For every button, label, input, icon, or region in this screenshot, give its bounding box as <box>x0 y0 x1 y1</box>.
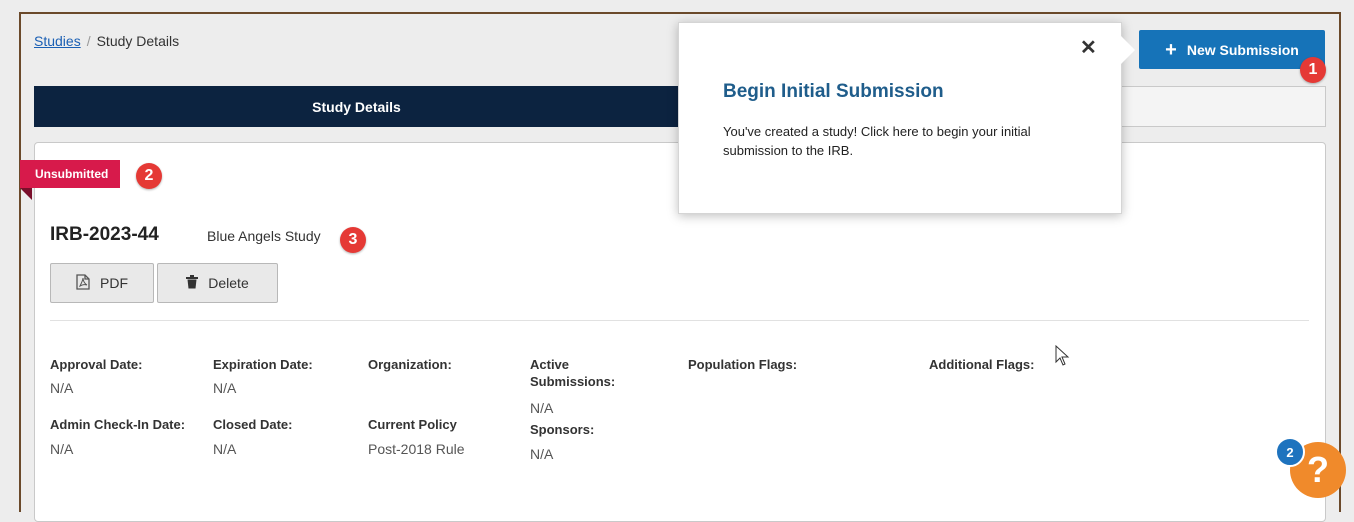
sponsors-value: N/A <box>530 446 554 462</box>
sponsors-label: Sponsors: <box>530 422 595 437</box>
current-policy-value: Post-2018 Rule <box>368 441 465 457</box>
breadcrumb-separator: / <box>86 33 91 49</box>
help-count-badge: 2 <box>1275 437 1305 467</box>
new-submission-label: New Submission <box>1186 41 1299 58</box>
population-flags-label: Population Flags: <box>688 357 798 372</box>
close-icon[interactable]: ✕ <box>1080 35 1097 60</box>
details-divider <box>50 320 1309 321</box>
step-badge-1: 1 <box>1300 57 1326 83</box>
additional-flags-label: Additional Flags: <box>929 357 1035 372</box>
step-badge-2: 2 <box>136 163 162 189</box>
active-submissions-value: N/A <box>530 400 554 416</box>
pdf-button[interactable]: PDF <box>50 263 154 303</box>
breadcrumb-studies-link[interactable]: Studies <box>34 33 81 49</box>
expiration-date-label: Expiration Date: <box>213 357 313 372</box>
new-submission-button[interactable]: + New Submission <box>1139 30 1325 69</box>
status-ribbon: Unsubmitted <box>20 160 121 188</box>
breadcrumb-current: Study Details <box>96 33 180 49</box>
approval-date-label: Approval Date: <box>50 357 143 372</box>
step-badge-3: 3 <box>340 227 366 253</box>
breadcrumb: Studies / Study Details <box>34 33 179 49</box>
study-id: IRB-2023-44 <box>50 224 159 245</box>
delete-button[interactable]: Delete <box>157 263 278 303</box>
mouse-cursor-icon <box>1055 344 1071 372</box>
admin-checkin-value: N/A <box>50 441 74 457</box>
organization-label: Organization: <box>368 357 452 372</box>
current-policy-label: Current Policy <box>368 417 457 432</box>
active-submissions-label-line1: Active <box>530 357 570 372</box>
trash-icon <box>186 274 199 292</box>
popover-title: Begin Initial Submission <box>723 81 944 102</box>
question-mark-icon: ? <box>1307 449 1329 490</box>
study-name: Blue Angels Study <box>207 228 321 244</box>
closed-date-label: Closed Date: <box>213 417 293 432</box>
delete-label: Delete <box>208 275 249 291</box>
popover-body: You've created a study! Click here to be… <box>723 124 1031 158</box>
pdf-icon <box>76 273 90 293</box>
admin-checkin-label: Admin Check-In Date: <box>50 417 186 432</box>
onboarding-popover: ✕ Begin Initial Submission You've create… <box>678 22 1122 214</box>
tab-study-details[interactable]: Study Details <box>34 86 679 127</box>
expiration-date-value: N/A <box>213 380 237 396</box>
approval-date-value: N/A <box>50 380 74 396</box>
popover-arrow <box>1121 36 1135 64</box>
ribbon-fold <box>20 188 32 200</box>
pdf-label: PDF <box>100 275 128 291</box>
closed-date-value: N/A <box>213 441 237 457</box>
plus-icon: + <box>1165 38 1177 61</box>
active-submissions-label-line2: Submissions: <box>530 374 616 389</box>
